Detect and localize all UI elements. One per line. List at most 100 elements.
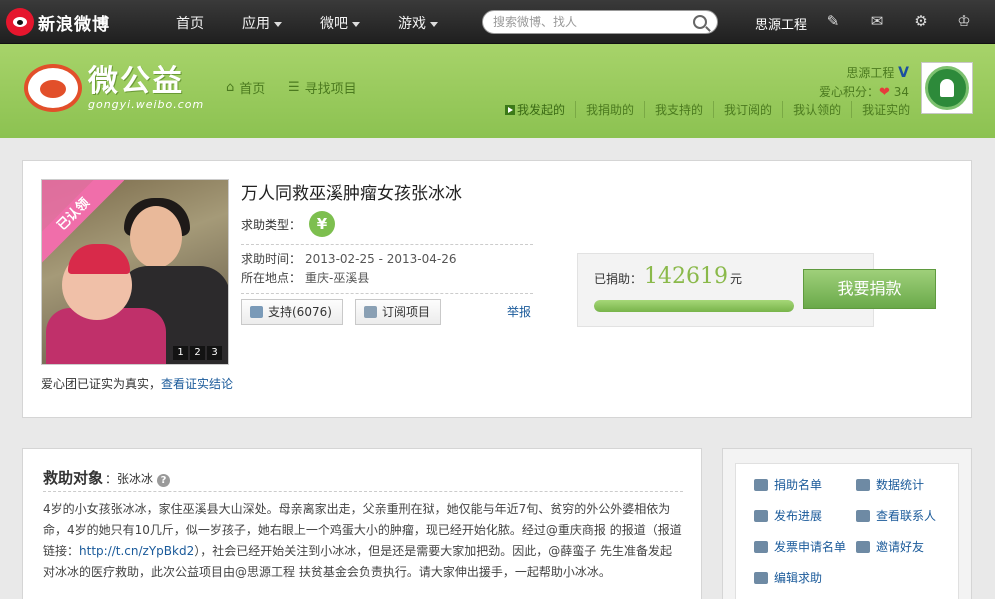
gongyi-eye-icon <box>24 64 82 112</box>
help-time-label: 求助时间 <box>241 252 290 266</box>
nav-home[interactable]: 首页 <box>176 13 204 33</box>
help-time-value: 2013-02-25 - 2013-04-26 <box>305 252 457 266</box>
project-card: 已认领 1 2 3 爱心团已证实为真实，查看证实结论 万人同救巫溪肿瘤女孩张冰冰… <box>22 160 972 418</box>
nav-weiba-label: 微吧 <box>320 16 348 32</box>
user-name[interactable]: 思源工程 <box>846 66 894 80</box>
tab-label: 我支持的 <box>655 103 704 117</box>
verified-v-icon: V <box>898 65 909 81</box>
edit-request-link[interactable]: 编辑求助 <box>754 569 822 586</box>
view-verification-link[interactable]: 查看证实结论 <box>161 377 233 391</box>
chevron-down-icon <box>352 21 360 27</box>
edit-icon[interactable]: ✎ <box>824 12 842 30</box>
location-label: 所在地点 <box>241 271 290 285</box>
project-title: 万人同救巫溪肿瘤女孩张冰冰 <box>241 184 462 204</box>
report-link-url[interactable]: http://t.cn/zYpBkd2 <box>79 544 194 558</box>
report-link[interactable]: 举报 <box>507 303 531 320</box>
statistics-link[interactable]: 数据统计 <box>856 476 924 493</box>
gongyi-nav-home[interactable]: ⌂ 首页 <box>226 78 265 97</box>
support-button[interactable]: 支持(6076) <box>241 299 343 325</box>
gongyi-logo-text: 微公益 <box>88 63 184 99</box>
tab-label: 我证实的 <box>862 103 911 117</box>
tab-donated[interactable]: 我捐助的 <box>575 101 644 118</box>
post-progress-link[interactable]: 发布进展 <box>754 507 822 524</box>
nav-home-label: 首页 <box>176 16 204 32</box>
project-photo[interactable]: 已认领 1 2 3 <box>41 179 229 365</box>
action-label: 发票申请名单 <box>774 540 847 554</box>
weibo-logo[interactable]: 新浪微博 <box>6 8 110 36</box>
search-icon[interactable] <box>693 15 707 29</box>
username-link[interactable]: 思源工程 <box>755 14 807 33</box>
tab-verified[interactable]: 我证实的 <box>851 101 920 118</box>
chevron-down-icon <box>430 21 438 27</box>
help-type-row: 求助类型： ¥ <box>241 211 336 237</box>
raised-amount: 已捐助：142619 元 <box>594 264 742 289</box>
donor-list-link[interactable]: 捐助名单 <box>754 476 822 493</box>
nav-games[interactable]: 游戏 <box>398 13 438 33</box>
nav-games-label: 游戏 <box>398 16 426 32</box>
weibo-eye-icon <box>6 8 34 36</box>
nav-apps[interactable]: 应用 <box>242 13 282 33</box>
action-label: 数据统计 <box>876 478 925 492</box>
actions-list: 捐助名单 数据统计 发布进展 查看联系人 发票申请名单 邀请好友 编辑求助 <box>735 463 959 599</box>
avatar-image <box>925 66 969 110</box>
beneficiary-name: ：张冰冰 <box>105 472 154 486</box>
tab-label: 我捐助的 <box>586 103 635 117</box>
mail-icon[interactable]: ✉ <box>868 12 886 30</box>
location-value: 重庆-巫溪县 <box>305 271 370 285</box>
invite-friends-link[interactable]: 邀请好友 <box>856 538 924 555</box>
photo-page-1[interactable]: 1 <box>173 346 188 360</box>
list-icon: ☰ <box>288 80 300 95</box>
home-icon: ⌂ <box>226 80 235 95</box>
raised-number: 142619 <box>644 264 728 289</box>
help-icon[interactable]: ? <box>157 474 171 487</box>
photo-shape <box>130 206 182 268</box>
view-contacts-link[interactable]: 查看联系人 <box>856 507 936 524</box>
user-info: 思源工程 V 爱心积分：❤ 34 <box>819 64 909 100</box>
photo-page-2[interactable]: 2 <box>190 346 205 360</box>
pencil-icon <box>754 571 768 584</box>
divider <box>43 491 683 492</box>
action-label: 邀请好友 <box>876 540 925 554</box>
subscribe-button[interactable]: 订阅项目 <box>355 299 442 325</box>
gear-icon[interactable]: ⚙ <box>912 12 930 30</box>
raised-unit: 元 <box>730 272 743 286</box>
tab-initiated[interactable]: 我发起的 <box>505 101 575 118</box>
action-label: 编辑求助 <box>774 571 823 585</box>
support-label: 支持(6076) <box>268 305 332 319</box>
document-icon <box>856 478 870 491</box>
avatar[interactable] <box>921 62 973 114</box>
divider <box>241 244 533 245</box>
beneficiary-title: 救助对象 <box>43 469 104 487</box>
search-box <box>482 10 718 34</box>
gongyi-logo[interactable]: 微公益 gongyi.weibo.com <box>24 64 204 112</box>
progress-bar <box>594 300 794 312</box>
donate-button[interactable]: 我要捐款 <box>803 269 936 309</box>
divider <box>241 293 533 294</box>
edit-icon <box>754 509 768 522</box>
photo-page-3[interactable]: 3 <box>207 346 222 360</box>
photo-pager: 1 2 3 <box>173 346 222 360</box>
heart-icon: ❤ <box>878 85 890 100</box>
invoice-list-link[interactable]: 发票申请名单 <box>754 538 846 555</box>
nav-weiba[interactable]: 微吧 <box>320 13 360 33</box>
tab-label: 我发起的 <box>517 103 566 117</box>
project-actions-panel: 捐助名单 数据统计 发布进展 查看联系人 发票申请名单 邀请好友 编辑求助 <box>722 448 972 599</box>
users-icon <box>754 478 768 491</box>
tab-subscribed[interactable]: 我订阅的 <box>713 101 782 118</box>
gongyi-nav-find[interactable]: ☰ 寻找项目 <box>288 78 357 97</box>
search-input[interactable] <box>493 15 683 29</box>
help-type-label: 求助类型： <box>241 217 302 232</box>
progress-fill <box>594 300 794 312</box>
play-icon <box>505 105 515 115</box>
tab-claimed[interactable]: 我认领的 <box>782 101 851 118</box>
love-label: 爱心积分： <box>818 85 879 99</box>
beneficiary-heading: 救助对象 ：张冰冰? <box>43 467 171 488</box>
chevron-down-icon <box>274 21 282 27</box>
tab-supported[interactable]: 我支持的 <box>644 101 713 118</box>
gongyi-logo-sub: gongyi.weibo.com <box>88 97 205 111</box>
crown-icon[interactable]: ♔ <box>955 12 973 30</box>
location: 所在地点： 重庆-巫溪县 <box>241 271 370 285</box>
action-label: 查看联系人 <box>876 509 937 523</box>
help-time: 求助时间： 2013-02-25 - 2013-04-26 <box>241 252 457 266</box>
nav-apps-label: 应用 <box>242 16 270 32</box>
